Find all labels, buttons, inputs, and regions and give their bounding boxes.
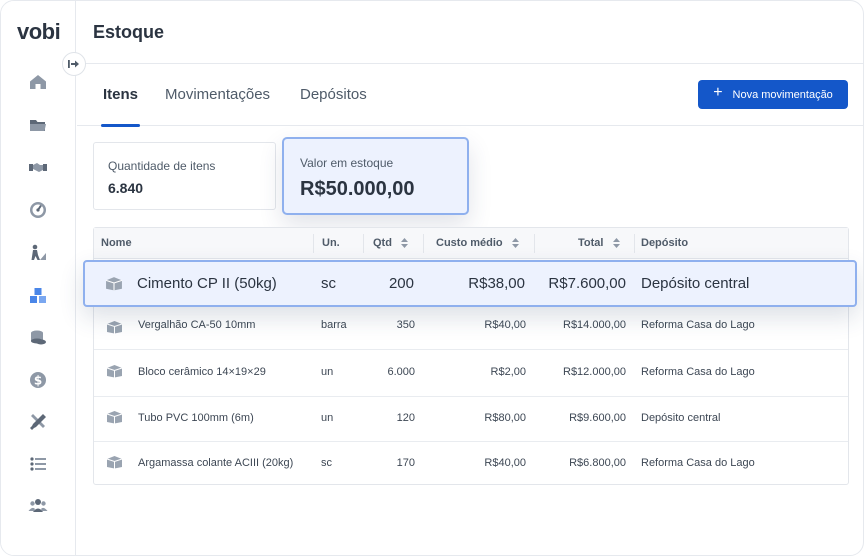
tab-movimentacoes[interactable]: Movimentações (165, 86, 270, 123)
item-avg-cost: R$80,00 (484, 412, 526, 424)
tab-depositos[interactable]: Depósitos (300, 86, 367, 123)
column-divider (363, 234, 364, 253)
item-total: R$12.000,00 (563, 366, 626, 378)
sort-icon (401, 238, 409, 249)
item-unit: sc (321, 457, 332, 469)
plus-icon: + (713, 84, 723, 101)
stock-value-card: Valor em estoque R$50.000,00 (282, 137, 469, 215)
item-unit: barra (321, 319, 347, 331)
worker-icon[interactable] (26, 241, 50, 265)
users-icon[interactable] (26, 494, 50, 518)
home-icon[interactable] (26, 70, 50, 94)
table-row[interactable]: Vergalhão CA-50 10mm barra 350 R$40,00 R… (94, 308, 848, 350)
new-movement-button[interactable]: + Nova movimentação (698, 80, 848, 109)
item-deposit: Depósito central (641, 412, 721, 424)
item-total: R$9.600,00 (569, 412, 626, 424)
list-icon[interactable] (26, 452, 50, 476)
item-qty: 120 (396, 412, 415, 424)
stock-value-value: R$50.000,00 (300, 178, 415, 200)
col-qty-header[interactable]: Qtd (373, 237, 409, 249)
item-unit: sc (321, 275, 336, 292)
tabs-bar: Itens Movimentações Depósitos + Nova mov… (77, 64, 863, 127)
item-deposit: Reforma Casa do Lago (641, 457, 755, 469)
table-header: Nome Un. Qtd Custo médio Total Depósito (94, 228, 848, 259)
col-avg-cost-header[interactable]: Custo médio (436, 237, 519, 249)
boxes-icon[interactable] (26, 284, 50, 308)
col-unit-header[interactable]: Un. (322, 237, 340, 249)
box-icon (106, 321, 123, 334)
column-divider (423, 234, 424, 253)
item-deposit: Depósito central (641, 275, 750, 292)
quantity-value: 6.840 (108, 180, 144, 196)
box-icon (105, 277, 123, 291)
item-avg-cost: R$38,00 (468, 275, 525, 292)
table-row[interactable]: Bloco cerâmico 14×19×29 un 6.000 R$2,00 … (94, 350, 848, 397)
app-window: vobi $ Estoque Itens Movimentações Depós… (0, 0, 864, 556)
sort-icon (612, 238, 620, 249)
active-tab-indicator (101, 124, 140, 127)
tab-itens[interactable]: Itens (103, 86, 138, 123)
quantity-label: Quantidade de itens (108, 159, 216, 173)
stock-value-label: Valor em estoque (300, 156, 394, 170)
table-row-highlighted[interactable]: Cimento CP II (50kg) sc 200 R$38,00 R$7.… (83, 260, 857, 307)
item-name: Argamassa colante ACIII (20kg) (138, 457, 294, 469)
collapse-sidebar-button[interactable] (62, 52, 86, 76)
coins-icon[interactable] (26, 326, 50, 350)
page-header: Estoque (77, 1, 863, 64)
item-name: Vergalhão CA-50 10mm (138, 319, 256, 331)
tools-icon[interactable] (26, 410, 50, 434)
sort-icon (511, 238, 519, 249)
col-qty-label: Qtd (373, 237, 392, 249)
item-deposit: Reforma Casa do Lago (641, 319, 755, 331)
item-avg-cost: R$40,00 (484, 319, 526, 331)
item-total: R$14.000,00 (563, 319, 626, 331)
box-icon (106, 365, 123, 378)
box-icon (106, 411, 123, 424)
item-total: R$6.800,00 (569, 457, 626, 469)
table-row[interactable]: Argamassa colante ACIII (20kg) sc 170 R$… (94, 442, 848, 485)
col-avg-cost-label: Custo médio (436, 237, 503, 249)
item-avg-cost: R$2,00 (490, 366, 526, 378)
item-qty: 350 (396, 319, 415, 331)
col-total-header[interactable]: Total (578, 237, 620, 249)
dashboard-icon[interactable] (26, 198, 50, 222)
item-avg-cost: R$40,00 (484, 457, 526, 469)
col-name-header[interactable]: Nome (101, 237, 132, 249)
logo: vobi (17, 19, 61, 44)
column-divider (534, 234, 535, 253)
folder-icon[interactable] (26, 113, 50, 137)
dollar-icon[interactable]: $ (26, 368, 50, 392)
item-name: Tubo PVC 100mm (6m) (138, 412, 254, 424)
arrow-right-icon (68, 60, 79, 68)
table-row[interactable]: Tubo PVC 100mm (6m) un 120 R$80,00 R$9.6… (94, 397, 848, 442)
item-name: Bloco cerâmico 14×19×29 (138, 366, 266, 378)
item-unit: un (321, 412, 334, 424)
quantity-card: Quantidade de itens 6.840 (93, 142, 276, 210)
col-deposit-header[interactable]: Depósito (641, 237, 688, 249)
item-deposit: Reforma Casa do Lago (641, 366, 755, 378)
svg-text:$: $ (34, 374, 42, 388)
item-unit: un (321, 366, 334, 378)
item-qty: 6.000 (387, 366, 415, 378)
column-divider (313, 234, 314, 253)
item-total: R$7.600,00 (548, 275, 626, 292)
box-icon (106, 456, 123, 469)
item-qty: 200 (388, 275, 414, 292)
item-qty: 170 (396, 457, 415, 469)
col-total-label: Total (578, 237, 604, 249)
new-movement-label: Nova movimentação (732, 88, 833, 101)
item-name: Cimento CP II (50kg) (137, 275, 277, 292)
handshake-icon[interactable] (26, 155, 50, 179)
sidebar: vobi $ (1, 1, 76, 555)
column-divider (634, 234, 635, 253)
page-title: Estoque (93, 22, 165, 42)
